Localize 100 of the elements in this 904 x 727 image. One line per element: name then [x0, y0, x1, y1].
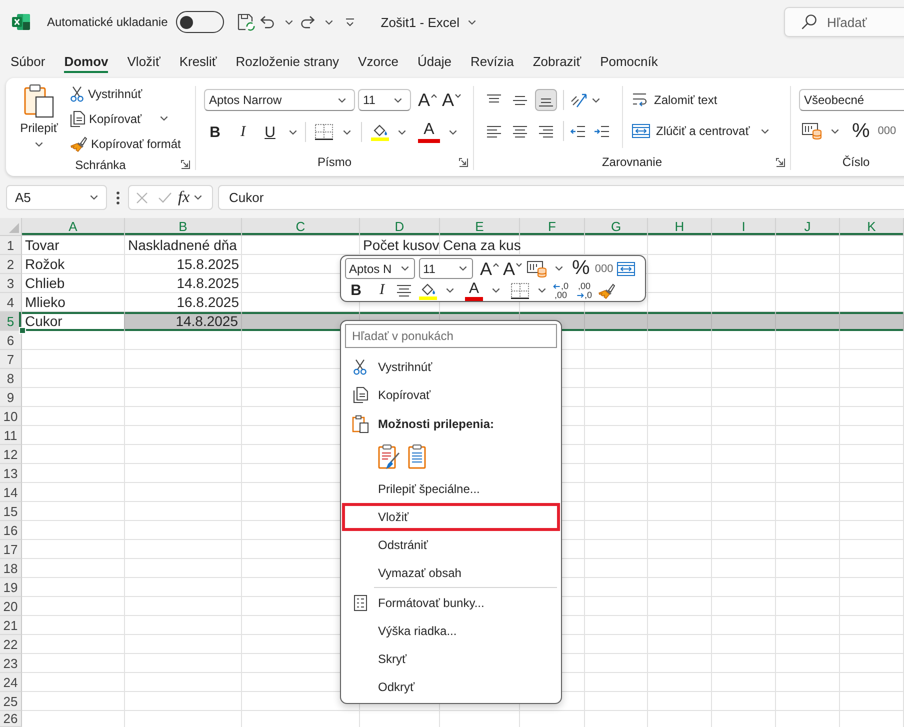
more-options-icon[interactable] [116, 190, 120, 204]
menu-item[interactable]: Prilepiť špeciálne... [342, 474, 560, 502]
font-name-dropdown[interactable]: Aptos N [345, 258, 415, 279]
row-header[interactable]: 18 [0, 559, 22, 578]
increase-decimal-button[interactable]: ,00 ,0 [576, 280, 592, 300]
insert-function-button[interactable]: fx [178, 186, 190, 208]
redo-icon[interactable] [300, 15, 316, 29]
increase-indent-icon[interactable] [594, 124, 610, 138]
merge-cells-icon[interactable] [617, 260, 636, 276]
wrap-text-button[interactable]: Zalomiť text [632, 89, 769, 111]
row-header[interactable]: 16 [0, 521, 22, 540]
font-color-button[interactable]: A [418, 121, 440, 143]
grow-font-button[interactable]: A [480, 258, 500, 280]
name-box[interactable]: A5 [6, 185, 107, 210]
number-format-dropdown[interactable]: Všeobecné [799, 89, 904, 111]
font-size-dropdown[interactable]: 11 [358, 89, 411, 111]
row-header[interactable]: 24 [0, 673, 22, 692]
row-header[interactable]: 1 [0, 236, 22, 255]
italic-button[interactable]: I [373, 280, 391, 300]
ribbon-tab[interactable]: Vzorce [348, 48, 408, 74]
caret-icon[interactable] [289, 130, 297, 134]
customize-icon[interactable] [344, 18, 355, 26]
row-header[interactable]: 14 [0, 483, 22, 502]
bold-button[interactable]: B [204, 121, 226, 143]
row-header[interactable]: 6 [0, 331, 22, 350]
caret-icon[interactable] [284, 20, 293, 24]
column-header[interactable]: F [520, 218, 585, 236]
ribbon-tab[interactable]: Súbor [1, 48, 55, 74]
thousands-separator-button[interactable]: 000 [594, 258, 614, 280]
ribbon-tab[interactable]: Rozloženie strany [226, 48, 349, 74]
underline-button[interactable]: U [259, 121, 281, 143]
caret-icon[interactable] [446, 288, 454, 293]
caret-icon[interactable] [760, 128, 769, 134]
caret-icon[interactable] [538, 288, 546, 293]
formula-field[interactable]: Cukor [218, 185, 904, 210]
decrease-indent-icon[interactable] [570, 124, 586, 138]
ribbon-tab[interactable]: Revízia [460, 48, 524, 74]
merge-center-button[interactable]: Zlúčiť a centrovať [632, 120, 750, 142]
row-header[interactable]: 26 [0, 711, 22, 727]
number-format-icon[interactable] [527, 260, 548, 278]
row-header[interactable]: 2 [0, 255, 22, 274]
text-orientation-icon[interactable] [570, 92, 588, 108]
shrink-font-button[interactable]: A [442, 89, 462, 111]
ribbon-tab[interactable]: Domov [54, 48, 118, 74]
menu-item[interactable]: Odkryť [342, 672, 560, 700]
row-header[interactable]: 7 [0, 350, 22, 369]
menu-item[interactable]: Odstrániť [342, 530, 560, 558]
alignment-button[interactable] [535, 89, 557, 111]
menu-item[interactable]: Kopírovať [342, 380, 560, 408]
search-field[interactable]: Hľadať [784, 7, 904, 37]
menu-item[interactable]: Vystrihnúť [342, 352, 560, 380]
dialog-launcher-icon[interactable] [459, 158, 468, 166]
row-header[interactable]: 23 [0, 654, 22, 673]
thousands-separator-button[interactable]: 000 [878, 120, 896, 142]
caret-icon[interactable] [555, 266, 564, 271]
autosave-toggle[interactable] [176, 11, 224, 33]
font-name-dropdown[interactable]: Aptos Narrow [204, 89, 355, 111]
ribbon-tab[interactable]: Údaje [408, 48, 461, 74]
menu-search-field[interactable]: Hľadať v ponukách [345, 324, 557, 348]
borders-icon[interactable] [315, 124, 333, 140]
caret-icon[interactable] [831, 128, 839, 134]
row-header[interactable]: 11 [0, 426, 22, 445]
number-format-icon[interactable] [802, 122, 822, 140]
menu-item[interactable]: Formátovať bunky... [342, 588, 560, 616]
column-header[interactable]: B [125, 218, 242, 236]
column-header[interactable]: I [712, 218, 776, 236]
row-header[interactable]: 19 [0, 578, 22, 597]
dialog-launcher-icon[interactable] [181, 160, 190, 169]
caret-icon[interactable] [592, 98, 600, 102]
shrink-font-button[interactable]: A [503, 258, 522, 280]
row-header[interactable]: 12 [0, 445, 22, 464]
column-header[interactable]: K [840, 218, 904, 236]
column-header[interactable]: J [776, 218, 840, 236]
document-title[interactable]: Zošit1 - Excel [380, 14, 476, 30]
row-header[interactable]: 20 [0, 597, 22, 616]
grow-font-button[interactable]: A [418, 89, 438, 111]
menu-item[interactable]: Vložiť [342, 502, 560, 530]
row-header[interactable]: 17 [0, 540, 22, 559]
fill-handle[interactable] [19, 327, 26, 334]
ribbon-tab[interactable]: Zobraziť [523, 48, 591, 74]
save-icon[interactable] [236, 13, 255, 31]
format-painter-button[interactable]: Kopírovať formát [68, 131, 183, 156]
ribbon-tab[interactable]: Kresliť [170, 48, 226, 74]
column-header[interactable]: A [22, 218, 125, 236]
caret-icon[interactable] [343, 130, 351, 134]
bold-button[interactable]: B [347, 280, 365, 300]
borders-icon[interactable] [511, 282, 529, 298]
caret-icon[interactable] [398, 130, 406, 134]
align-center-icon[interactable] [396, 284, 412, 297]
copy-button[interactable]: Kopírovať [68, 106, 144, 131]
column-header[interactable]: G [585, 218, 648, 236]
row-header[interactable]: 4 [0, 293, 22, 312]
dialog-launcher-icon[interactable] [776, 158, 785, 166]
undo-icon[interactable] [258, 15, 275, 29]
clipboard-list-icon[interactable] [408, 444, 426, 470]
clipboard-brush-icon[interactable] [378, 444, 400, 470]
fill-color-icon[interactable] [419, 282, 437, 300]
fill-color-icon[interactable] [371, 123, 389, 141]
row-header[interactable]: 21 [0, 616, 22, 635]
row-header[interactable]: 13 [0, 464, 22, 483]
